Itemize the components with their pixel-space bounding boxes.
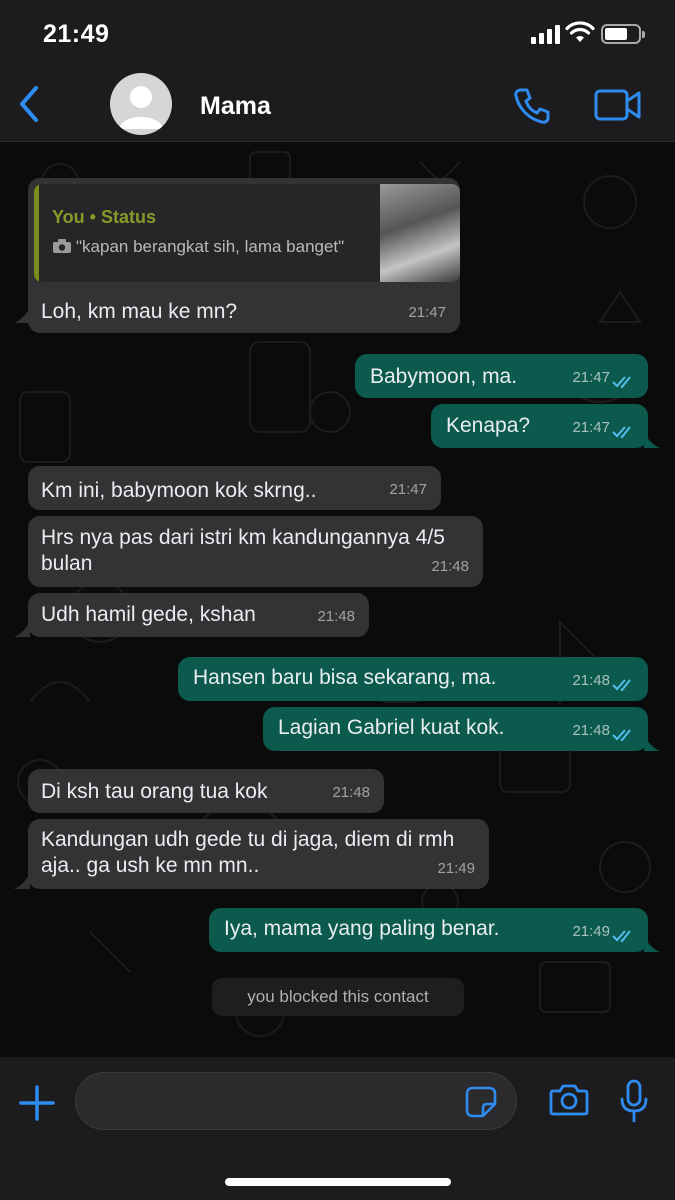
plus-icon[interactable]: [18, 1084, 56, 1122]
quote-accent-bar: [34, 184, 39, 282]
message-time: 21:49: [437, 860, 475, 877]
message-text: Kandungan udh gede tu di jaga, diem di r…: [41, 828, 455, 877]
double-check-icon: [612, 679, 631, 692]
video-camera-icon[interactable]: [594, 88, 642, 122]
message-time: 21:48: [572, 672, 610, 689]
message-text: Iya, mama yang paling benar.: [224, 917, 500, 940]
message-text: Kenapa?: [446, 414, 531, 437]
message-bubble-outgoing[interactable]: Iya, mama yang paling benar. 21:49: [209, 908, 648, 952]
message-text: Hrs nya pas dari istri km kandungannya 4…: [41, 526, 445, 575]
battery-icon: [601, 24, 645, 44]
avatar-placeholder-icon: [119, 86, 163, 129]
message-text: Hansen baru bisa sekarang, ma.: [193, 666, 497, 689]
message-bubble-incoming[interactable]: You • Status "kapan berangkat sih, lama …: [28, 178, 460, 333]
message-composer: [0, 1057, 675, 1200]
double-check-icon: [612, 930, 631, 943]
bubble-tail: [14, 307, 30, 323]
double-check-icon: [612, 376, 631, 389]
message-time: 21:48: [572, 722, 610, 739]
home-indicator[interactable]: [225, 1178, 451, 1186]
camera-small-icon: [53, 239, 71, 253]
message-bubble-incoming[interactable]: Hrs nya pas dari istri km kandungannya 4…: [28, 516, 483, 587]
bubble-tail: [14, 873, 30, 889]
message-input-container[interactable]: [75, 1072, 517, 1130]
bubble-tail: [644, 936, 660, 952]
message-text: Di ksh tau orang tua kok: [41, 780, 268, 803]
message-bubble-outgoing[interactable]: Babymoon, ma. 21:47: [355, 354, 648, 398]
microphone-icon[interactable]: [618, 1079, 650, 1123]
message-text: Lagian Gabriel kuat kok.: [278, 716, 505, 739]
message-bubble-outgoing[interactable]: Hansen baru bisa sekarang, ma. 21:48: [178, 657, 648, 701]
message-text: Udh hamil gede, kshan: [41, 603, 256, 626]
double-check-icon: [612, 426, 631, 439]
chat-area[interactable]: You • Status "kapan berangkat sih, lama …: [0, 142, 675, 1057]
message-bubble-incoming[interactable]: Kandungan udh gede tu di jaga, diem di r…: [28, 819, 489, 889]
message-bubble-outgoing[interactable]: Kenapa? 21:47: [431, 404, 648, 448]
status-time: 21:49: [43, 20, 110, 48]
message-bubble-incoming[interactable]: Udh hamil gede, kshan 21:48: [28, 593, 369, 637]
message-time: 21:48: [431, 558, 469, 575]
message-time: 21:47: [389, 481, 427, 498]
contact-name[interactable]: Mama: [200, 92, 271, 121]
message-time: 21:47: [408, 304, 446, 321]
message-text: Km ini, babymoon kok skrng..: [41, 479, 317, 502]
double-check-icon: [612, 729, 631, 742]
avatar[interactable]: [110, 73, 172, 135]
camera-icon[interactable]: [549, 1082, 589, 1116]
chat-header: Mama: [0, 66, 675, 142]
quoted-author: You • Status: [52, 207, 156, 227]
bubble-tail: [644, 432, 660, 448]
status-bar: 21:49: [0, 0, 675, 66]
message-time: 21:48: [332, 784, 370, 801]
message-bubble-incoming[interactable]: Di ksh tau orang tua kok 21:48: [28, 769, 384, 813]
bubble-tail: [14, 621, 30, 637]
message-text: Babymoon, ma.: [370, 365, 518, 388]
message-text: Loh, km mau ke mn?: [41, 300, 238, 323]
quoted-status-reply[interactable]: You • Status "kapan berangkat sih, lama …: [34, 184, 460, 282]
back-chevron-icon[interactable]: [14, 84, 44, 124]
phone-icon[interactable]: [512, 86, 552, 126]
message-bubble-incoming[interactable]: Km ini, babymoon kok skrng.. 21:47: [28, 466, 441, 510]
message-time: 21:47: [572, 419, 610, 436]
message-bubble-outgoing[interactable]: Lagian Gabriel kuat kok. 21:48: [263, 707, 648, 751]
wifi-icon: [565, 21, 595, 42]
message-time: 21:49: [572, 923, 610, 940]
quoted-text: "kapan berangkat sih, lama banget": [52, 234, 344, 260]
message-input[interactable]: [94, 1087, 454, 1117]
status-thumbnail: [380, 184, 460, 282]
bubble-tail: [644, 735, 660, 751]
message-time: 21:48: [317, 608, 355, 625]
message-time: 21:47: [572, 369, 610, 386]
blocked-contact-notice: you blocked this contact: [212, 978, 464, 1016]
cellular-signal-icon: [531, 24, 561, 44]
sticker-icon[interactable]: [465, 1086, 497, 1118]
